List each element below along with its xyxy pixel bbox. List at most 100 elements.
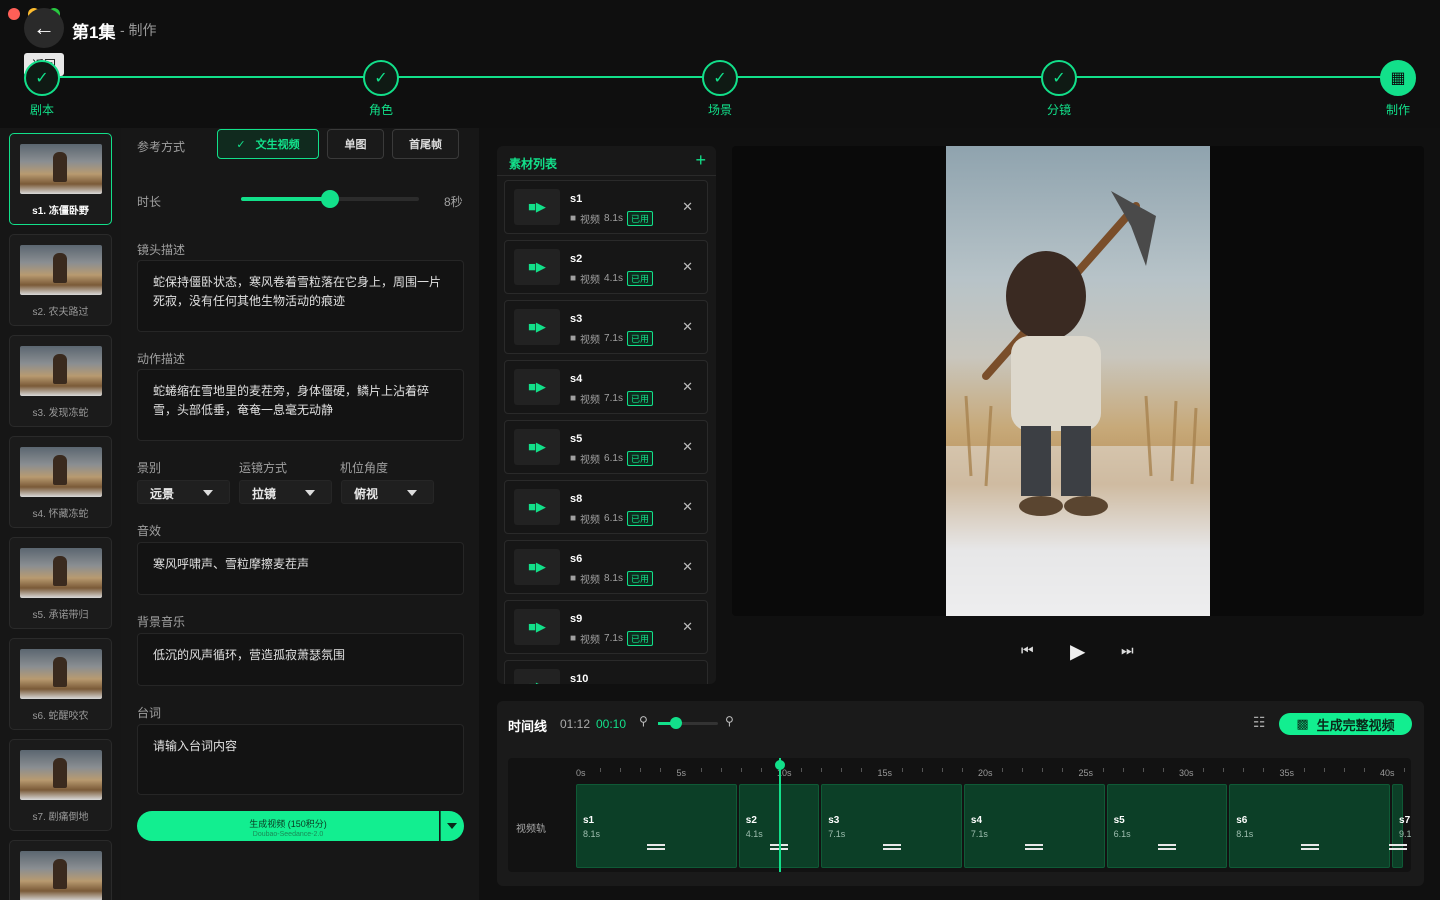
chevron-down-icon [203, 490, 213, 496]
duration-slider-track[interactable] [241, 190, 419, 208]
figure-shape [53, 152, 67, 182]
shot-item[interactable]: s3. 发现冻蛇 [9, 335, 112, 427]
shot-item[interactable]: s6. 蛇醒咬农 [9, 638, 112, 730]
shot-item[interactable]: s1. 冻僵卧野 [9, 133, 112, 225]
drag-handle-icon[interactable] [882, 844, 901, 850]
shot-item[interactable]: s4. 怀藏冻蛇 [9, 436, 112, 528]
ruler-minor-tick [1343, 768, 1345, 772]
close-icon[interactable]: ✕ [682, 499, 693, 515]
close-icon[interactable]: ✕ [682, 259, 693, 275]
step-production[interactable]: ▦ [1380, 60, 1416, 96]
ruler-tick-label: 30s [1179, 768, 1194, 778]
shot-size-select[interactable]: 远景 [137, 480, 230, 504]
shot-item[interactable] [9, 840, 112, 900]
plus-icon[interactable]: + [695, 150, 706, 171]
drag-handle-icon[interactable] [1025, 844, 1044, 850]
timeline-clip[interactable]: s7 9.1 [1388, 784, 1411, 868]
material-item[interactable]: ■▶ s1 ■ 视频 8.1s 已用 ✕ [504, 180, 708, 234]
step-characters[interactable]: ✓ [363, 60, 399, 96]
step-label: 分镜 [1046, 103, 1071, 117]
close-icon[interactable]: ✕ [682, 379, 693, 395]
ruler-minor-tick [1002, 768, 1003, 772]
timeline-clip[interactable]: s4 7.1s [963, 784, 1105, 868]
back-button[interactable]: ← [24, 8, 64, 48]
ref-text-to-video-button[interactable]: ✓ 文生视频 [217, 129, 319, 159]
duration-slider-thumb[interactable] [321, 190, 339, 208]
material-item[interactable]: ■▶ s5 ■ 视频 6.1s 已用 ✕ [504, 420, 708, 474]
playhead[interactable] [779, 758, 781, 872]
zoom-slider-track[interactable] [658, 717, 718, 729]
material-item[interactable]: ■▶ s9 ■ 视频 7.1s 已用 ✕ [504, 600, 708, 654]
drag-handle-icon[interactable] [1388, 844, 1407, 850]
material-name: s6 [570, 553, 583, 565]
zoom-in-icon[interactable]: ⚲ [725, 714, 734, 728]
dialogue-field[interactable]: 请输入台词内容 [137, 724, 464, 795]
shot-item[interactable]: s5. 承诺带归 [9, 537, 112, 629]
camera-move-select[interactable]: 拉镜 [239, 480, 332, 504]
clear-track-icon[interactable]: ☷ [1253, 714, 1266, 731]
close-icon[interactable]: ✕ [682, 199, 693, 215]
shot-desc-field[interactable]: 蛇保持僵卧状态，寒风卷着雪粒落在它身上，周围一片死寂，没有任何其他生物活动的痕迹 [137, 260, 464, 332]
timeline-track-area[interactable]: 0s 5s 10s 15s 20s 25s 30s 35s 40s 视频轨 s1 8.1s s2 4.… [508, 758, 1411, 872]
action-desc-field[interactable]: 蛇蜷缩在雪地里的麦茬旁，身体僵硬，鳞片上沾着碎雪，头部低垂，奄奄一息毫无动静 [137, 369, 464, 441]
timeline-clip[interactable]: s1 8.1s [576, 784, 737, 868]
shot-label: s4. 怀藏冻蛇 [32, 509, 89, 520]
material-meta: ■ 视频 6.1s 已用 [570, 511, 653, 526]
material-item[interactable]: ■▶ s4 ■ 视频 7.1s 已用 ✕ [504, 360, 708, 414]
figure-shape [53, 455, 67, 485]
close-icon[interactable]: ✕ [682, 439, 693, 455]
close-window-button[interactable] [8, 8, 20, 20]
clip-duration: 8.1s [583, 829, 601, 839]
step-scenes[interactable]: ✓ [702, 60, 738, 96]
video-frame[interactable] [946, 146, 1210, 616]
timeline-clip[interactable]: s3 7.1s [821, 784, 962, 868]
close-icon[interactable]: ✕ [682, 319, 693, 335]
bgm-field[interactable]: 低沉的风声循环，营造孤寂萧瑟氛围 [137, 633, 464, 686]
clip-duration: 8.1s [1236, 829, 1254, 839]
zoom-out-icon[interactable]: ⚲ [639, 714, 648, 728]
video-camera-icon: ■▶ [514, 609, 560, 645]
material-item[interactable]: ■▶ s8 ■ 视频 6.1s 已用 ✕ [504, 480, 708, 534]
generate-video-button[interactable]: 生成视频 (150积分) Doubao-Seedance-2.0 [137, 811, 439, 841]
close-icon[interactable]: ✕ [682, 619, 693, 635]
zoom-slider-thumb[interactable] [670, 717, 682, 729]
ruler-minor-tick [1203, 768, 1204, 772]
figure-shape [53, 657, 67, 687]
drag-handle-icon[interactable] [647, 844, 666, 850]
drag-handle-icon[interactable] [1300, 844, 1319, 850]
skip-next-icon[interactable]: ⏭ [1121, 642, 1134, 659]
ref-first-last-frame-button[interactable]: 首尾帧 [392, 129, 459, 159]
ruler-minor-tick [600, 768, 601, 772]
clip-name: s4 [970, 815, 983, 826]
material-item[interactable]: ■▶ s2 ■ 视频 4.1s 已用 ✕ [504, 240, 708, 294]
close-icon[interactable]: ✕ [682, 559, 693, 575]
drag-handle-icon[interactable] [1157, 844, 1176, 850]
material-meta: ■ 视频 7.1s 已用 [570, 391, 653, 406]
step-script[interactable]: ✓ [24, 60, 60, 96]
ref-single-image-button[interactable]: 单图 [327, 129, 384, 159]
step-storyboard[interactable]: ✓ [1041, 60, 1077, 96]
material-item[interactable]: ■▶ s6 ■ 视频 8.1s 已用 ✕ [504, 540, 708, 594]
skip-previous-icon[interactable]: ⏮ [1021, 642, 1034, 659]
generate-label: 生成视频 (150积分) [249, 819, 327, 829]
shot-size-label: 景别 [137, 461, 162, 475]
chevron-down-icon [447, 823, 457, 829]
sfx-field[interactable]: 寒风呼啸声、雪粒摩擦麦茬声 [137, 542, 464, 595]
used-badge: 已用 [626, 451, 653, 466]
timeline-clip[interactable]: s5 6.1s [1106, 784, 1228, 868]
material-type: 视频 [580, 515, 601, 526]
playhead-handle[interactable] [775, 760, 785, 770]
material-item[interactable]: ■▶ s3 ■ 视频 7.1s 已用 ✕ [504, 300, 708, 354]
ruler-minor-tick [1363, 768, 1365, 772]
shot-item[interactable]: s7. 剧痛倒地 [9, 739, 112, 831]
generate-full-video-button[interactable]: ▩ 生成完整视频 [1279, 713, 1412, 735]
camera-angle-select[interactable]: 俯视 [341, 480, 434, 504]
material-meta: ■ 视频 4.1s 已用 [570, 271, 653, 286]
material-item[interactable]: ■▶ s10 [504, 660, 708, 684]
material-meta: ■ 视频 6.1s 已用 [570, 451, 653, 466]
timeline-clip[interactable]: s6 8.1s [1229, 784, 1391, 868]
play-icon[interactable]: ▶ [1070, 639, 1085, 664]
material-duration: 7.1s [604, 333, 623, 344]
ruler-tick-label: 40s [1380, 768, 1395, 778]
shot-item[interactable]: s2. 农夫路过 [9, 234, 112, 326]
